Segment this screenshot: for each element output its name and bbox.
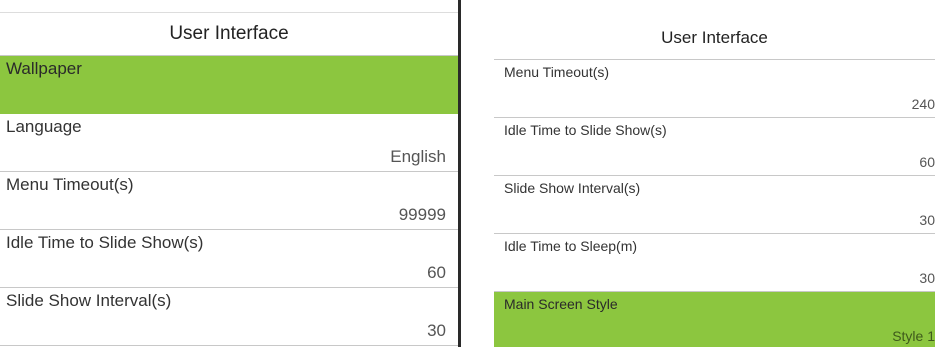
list-item-idle-time-slide-show[interactable]: Idle Time to Slide Show(s) 60 (494, 118, 935, 176)
item-value: 30 (919, 212, 935, 228)
list-item-slide-show-interval[interactable]: Slide Show Interval(s) 30 (0, 288, 458, 346)
user-interface-panel-right: User Interface Menu Timeout(s) 240 Idle … (494, 0, 935, 347)
settings-list: Menu Timeout(s) 240 Idle Time to Slide S… (494, 60, 935, 347)
list-item-idle-time-slide-show[interactable]: Idle Time to Slide Show(s) 60 (0, 230, 458, 288)
item-label: Main Screen Style (504, 296, 618, 312)
item-label: Menu Timeout(s) (6, 175, 134, 194)
item-label: Idle Time to Slide Show(s) (504, 122, 667, 138)
item-label: Menu Timeout(s) (504, 64, 610, 80)
list-item-slide-show-interval[interactable]: Slide Show Interval(s) 30 (494, 176, 935, 234)
item-label: Idle Time to Sleep(m) (504, 238, 638, 254)
item-value: 60 (427, 263, 446, 282)
item-label: Slide Show Interval(s) (504, 180, 641, 196)
item-label: Idle Time to Slide Show(s) (6, 233, 204, 252)
list-item-wallpaper[interactable]: Wallpaper (0, 56, 458, 114)
item-value: English (390, 147, 446, 166)
list-item-idle-time-sleep[interactable]: Idle Time to Sleep(m) 30 (494, 234, 935, 292)
user-interface-panel-left: User Interface Wallpaper Language Englis… (0, 0, 461, 347)
item-label: Language (6, 117, 82, 136)
item-value: 60 (919, 154, 935, 170)
item-value: 30 (427, 321, 446, 340)
list-item-main-screen-style[interactable]: Main Screen Style Style 1 (494, 292, 935, 347)
settings-list: Wallpaper Language English Menu Timeout(… (0, 56, 458, 346)
item-label: Slide Show Interval(s) (6, 291, 172, 310)
list-item-menu-timeout[interactable]: Menu Timeout(s) 99999 (0, 172, 458, 230)
item-label: Wallpaper (6, 59, 82, 78)
item-value: 99999 (398, 205, 446, 224)
panel-title: User Interface (494, 16, 935, 60)
panel-title: User Interface (0, 12, 458, 56)
item-value: Style 1 (892, 328, 935, 344)
item-value: 30 (919, 270, 935, 286)
list-item-menu-timeout[interactable]: Menu Timeout(s) 240 (494, 60, 935, 118)
list-item-language[interactable]: Language English (0, 114, 458, 172)
item-value: 240 (911, 96, 935, 112)
